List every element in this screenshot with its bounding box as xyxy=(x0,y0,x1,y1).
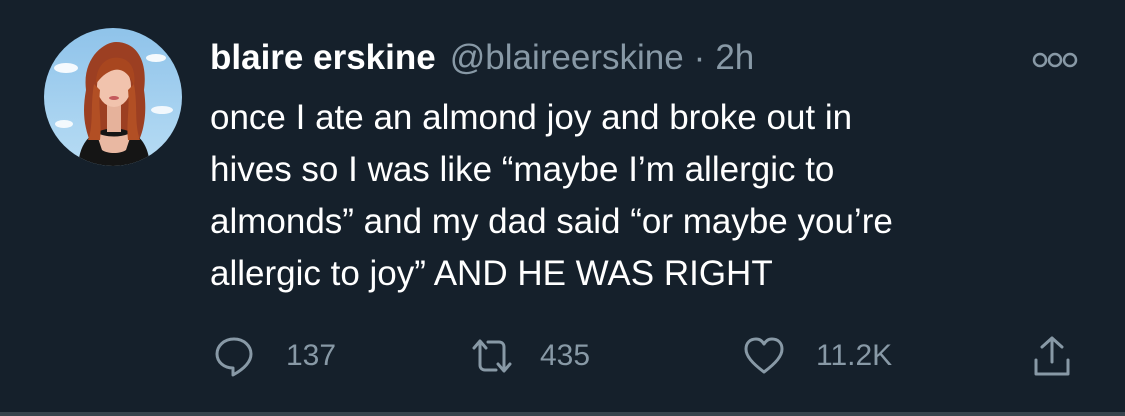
user-handle[interactable]: @blaireerskine xyxy=(450,34,684,82)
separator-dot: · xyxy=(693,38,706,77)
retweet-button[interactable]: 435 xyxy=(470,334,590,378)
timestamp[interactable]: 2h xyxy=(715,34,754,82)
profile-photo-icon xyxy=(44,28,182,166)
more-options-icon[interactable] xyxy=(1030,48,1080,72)
tweet-text: once I ate an almond joy and broke out i… xyxy=(210,98,893,293)
reply-count: 137 xyxy=(286,339,337,372)
tweet[interactable]: blaire erskine @blaireerskine · 2h once … xyxy=(0,0,1125,412)
share-icon xyxy=(1030,334,1074,378)
tweet-header: blaire erskine @blaireerskine · 2h xyxy=(210,34,754,82)
like-button[interactable]: 11.2K xyxy=(742,334,892,378)
avatar[interactable] xyxy=(44,28,182,166)
display-name[interactable]: blaire erskine xyxy=(210,34,436,82)
like-count: 11.2K xyxy=(816,339,893,372)
heart-icon xyxy=(742,334,786,378)
reply-icon xyxy=(212,334,256,378)
share-button[interactable] xyxy=(1030,334,1074,378)
retweet-count: 435 xyxy=(540,339,591,372)
tweet-divider xyxy=(0,412,1125,416)
retweet-icon xyxy=(470,334,514,378)
reply-button[interactable]: 137 xyxy=(212,334,336,378)
